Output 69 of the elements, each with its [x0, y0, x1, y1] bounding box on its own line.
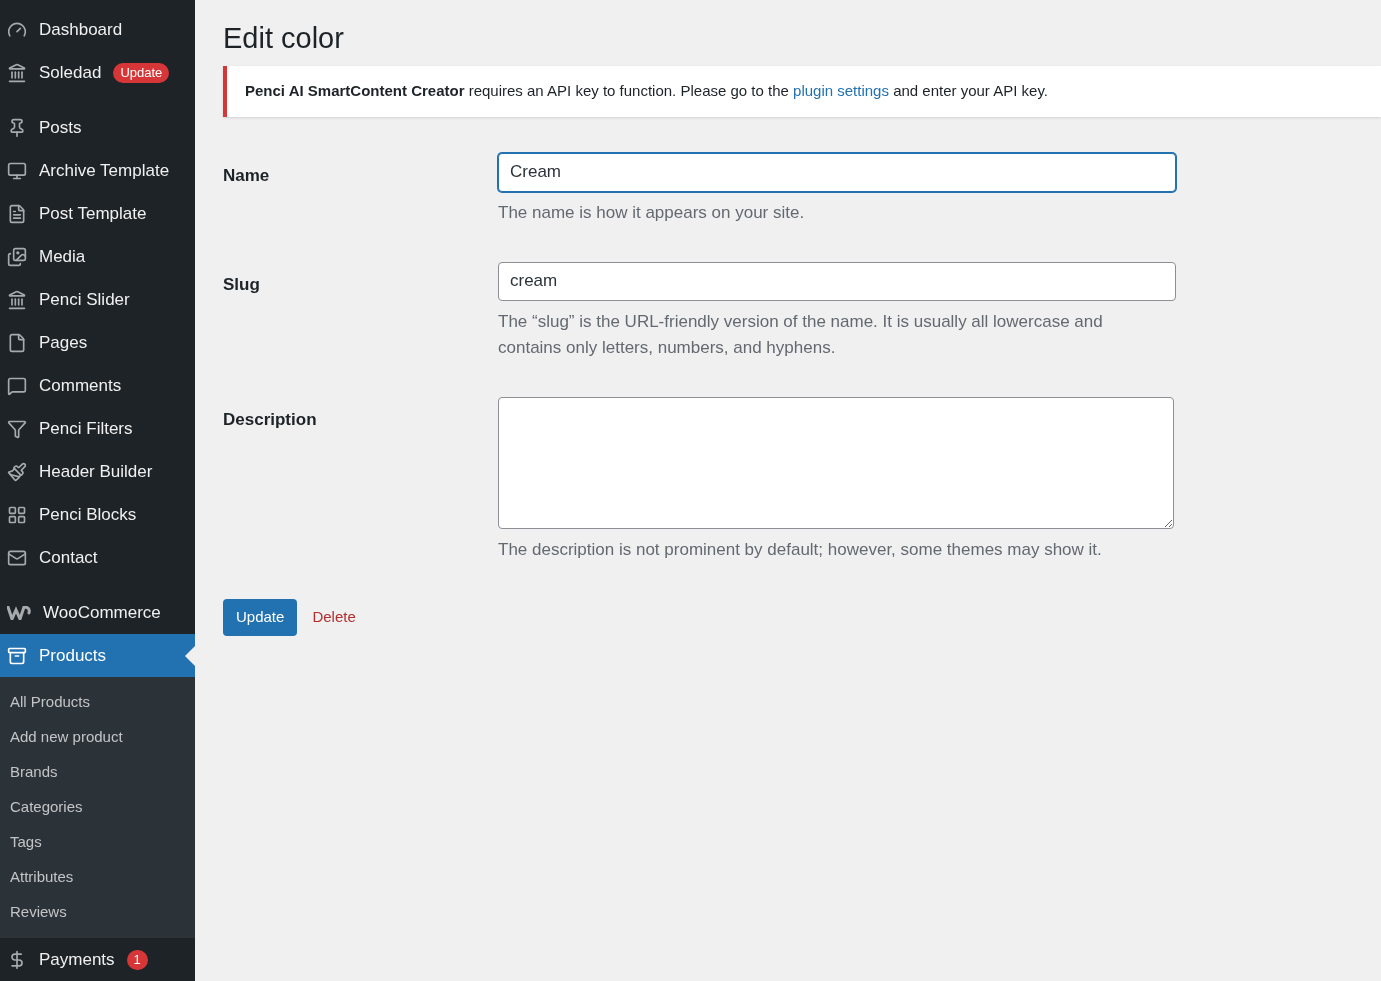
delete-link[interactable]: Delete: [312, 605, 356, 629]
speech-bubble-icon: [7, 375, 27, 396]
monitor-icon: [7, 160, 27, 181]
sidebar-item[interactable]: Archive Template: [0, 149, 195, 192]
sidebar-label: Header Builder: [39, 460, 153, 483]
media-icon: [7, 246, 27, 267]
sidebar-item[interactable]: Payments 1: [0, 938, 195, 981]
text-field[interactable]: Cream: [498, 152, 1176, 192]
sidebar-item[interactable]: Media: [0, 235, 195, 278]
sidebar-item[interactable]: Penci Filters: [0, 407, 195, 450]
document-icon: [7, 203, 27, 224]
sidebar-item[interactable]: Penci Slider: [0, 278, 195, 321]
sidebar-label: WooCommerce: [43, 601, 161, 624]
funnel-icon: [7, 418, 27, 439]
sidebar-label: Comments: [39, 374, 122, 397]
submenu-item[interactable]: All Products: [0, 685, 195, 720]
plugin-settings-link[interactable]: plugin settings: [793, 82, 889, 99]
sidebar-item[interactable]: Contact: [0, 536, 195, 579]
submenu-item[interactable]: Attributes: [0, 860, 195, 895]
submenu-item[interactable]: Categories: [0, 790, 195, 825]
field-label: Slug: [223, 273, 261, 296]
sidebar-label: Penci Slider: [39, 288, 130, 311]
sidebar-item[interactable]: Soledad Update: [0, 51, 195, 94]
sidebar-label: Post Template: [39, 202, 147, 225]
sidebar-item[interactable]: Products: [0, 634, 195, 677]
pages-icon: [7, 332, 27, 353]
sidebar-item[interactable]: Header Builder: [0, 450, 195, 493]
count-badge: 1: [126, 949, 148, 970]
help-text: The “slug” is the URL-friendly version of the name. It is usually all lowercase and contains only letters, numbers, and hyphens.: [498, 310, 1104, 359]
brush-icon: [7, 461, 27, 482]
submenu-item[interactable]: Add new product: [0, 720, 195, 755]
sidebar-label: Dashboard: [39, 18, 123, 41]
description-field[interactable]: [498, 396, 1174, 529]
sidebar-label: Posts: [39, 116, 82, 139]
sidebar-label: Pages: [39, 331, 88, 354]
sidebar-item[interactable]: Posts: [0, 106, 195, 149]
help-text: The description is not prominent by default; however, some themes may show it.: [498, 538, 1103, 561]
page-title: Edit color: [223, 21, 345, 56]
submenu-item[interactable]: Reviews: [0, 895, 195, 930]
box-icon: [7, 645, 27, 666]
sidebar-item[interactable]: WooCommerce: [0, 591, 195, 634]
help-text: The name is how it appears on your site.: [498, 201, 806, 224]
sidebar-label: Payments: [39, 948, 115, 971]
text-field[interactable]: cream: [498, 261, 1176, 301]
field-label: Description: [223, 408, 318, 431]
sidebar-label: Products: [39, 644, 107, 667]
sidebar-label: Media: [39, 245, 86, 268]
sidebar-label: Archive Template: [39, 159, 170, 182]
sidebar-item[interactable]: Post Template: [0, 192, 195, 235]
w-logo-icon: [7, 605, 31, 620]
grid-icon: [7, 504, 27, 525]
submenu-item[interactable]: Brands: [0, 755, 195, 790]
pin-icon: [7, 117, 27, 138]
count-badge: Update: [113, 62, 170, 83]
sidebar-item[interactable]: Penci Blocks: [0, 493, 195, 536]
building-icon: [7, 62, 27, 83]
pointer-icon: [185, 645, 195, 666]
sidebar-label: Soledad: [39, 61, 102, 84]
sidebar-item[interactable]: Dashboard: [0, 8, 195, 51]
notice-text: Penci AI SmartContent Creator requires an API key to function. Please go to the plugin settings and enter your API key.: [245, 81, 1049, 101]
update-button[interactable]: Update: [223, 598, 298, 636]
building-icon: [7, 289, 27, 310]
sidebar-item[interactable]: Pages: [0, 321, 195, 364]
sidebar-item[interactable]: Comments: [0, 364, 195, 407]
submenu-item[interactable]: Tags: [0, 825, 195, 860]
field-label: Name: [223, 164, 271, 187]
sidebar-label: Contact: [39, 546, 98, 569]
sidebar-label: Penci Filters: [39, 417, 133, 440]
sidebar-label: Penci Blocks: [39, 503, 137, 526]
